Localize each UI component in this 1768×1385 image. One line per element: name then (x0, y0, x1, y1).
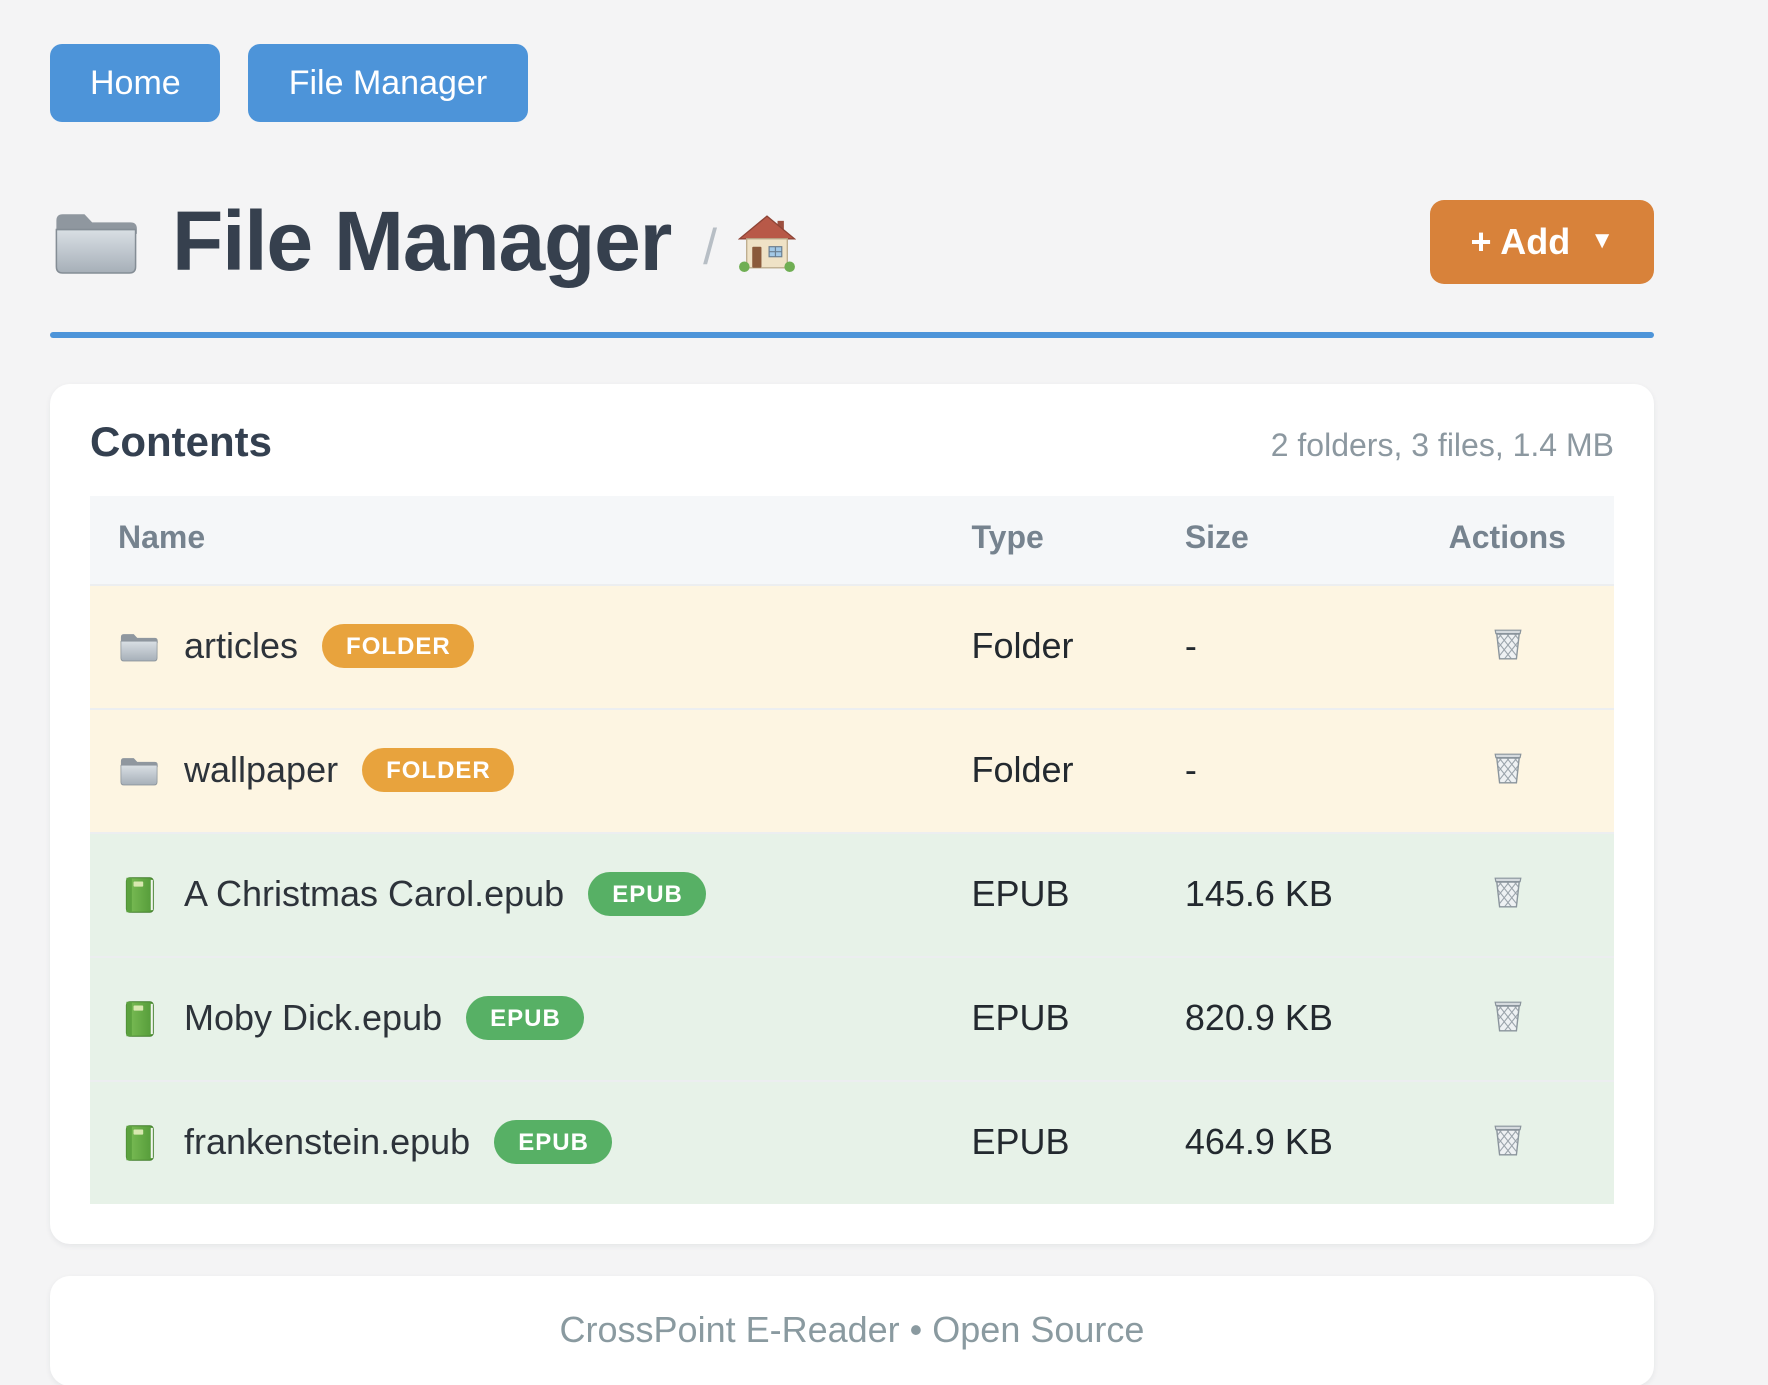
page-header: File Manager / (50, 194, 1654, 290)
item-name-link[interactable]: Moby Dick.epub (184, 997, 442, 1039)
item-size: - (1157, 584, 1401, 708)
file-table: Name Type Size Actions articles FOLDER F… (90, 495, 1614, 1203)
delete-button[interactable] (1487, 743, 1527, 787)
book-icon (118, 997, 160, 1039)
delete-button[interactable] (1487, 867, 1527, 911)
item-name-link[interactable]: A Christmas Carol.epub (184, 873, 564, 915)
top-nav: Home File Manager (50, 44, 1654, 122)
folder-icon (118, 625, 160, 667)
item-type: EPUB (943, 1080, 1156, 1203)
item-type-badge: EPUB (466, 996, 585, 1040)
column-header-name: Name (90, 495, 943, 584)
add-button-label: + Add (1471, 224, 1571, 260)
book-icon (118, 873, 160, 915)
house-icon (737, 214, 795, 282)
column-header-actions: Actions (1401, 495, 1614, 584)
item-type: Folder (943, 584, 1156, 708)
item-type-badge: FOLDER (362, 748, 515, 792)
folder-icon (118, 749, 160, 791)
contents-heading: Contents (90, 419, 272, 467)
trash-icon (1487, 1011, 1527, 1041)
trash-icon (1487, 763, 1527, 793)
item-type: EPUB (943, 956, 1156, 1080)
table-row: articles FOLDER Folder - (90, 584, 1614, 708)
item-type: Folder (943, 708, 1156, 832)
footer: CrossPoint E-Reader • Open Source (50, 1275, 1654, 1385)
item-type-badge: EPUB (494, 1120, 613, 1164)
table-row: frankenstein.epub EPUB EPUB 464.9 KB (90, 1080, 1614, 1203)
item-name-link[interactable]: wallpaper (184, 749, 338, 791)
item-name-link[interactable]: articles (184, 625, 298, 667)
footer-text: CrossPoint E-Reader • Open Source (560, 1309, 1145, 1349)
file-manager-page: Home File Manager File Manager / (0, 0, 1768, 1380)
delete-button[interactable] (1487, 991, 1527, 1035)
table-row: wallpaper FOLDER Folder - (90, 708, 1614, 832)
breadcrumb-home-link[interactable] (737, 214, 795, 282)
table-row: A Christmas Carol.epub EPUB EPUB 145.6 K… (90, 832, 1614, 956)
nav-home-button[interactable]: Home (50, 44, 221, 122)
page-title: File Manager (172, 194, 671, 290)
trash-icon (1487, 887, 1527, 917)
item-size: - (1157, 708, 1401, 832)
table-row: Moby Dick.epub EPUB EPUB 820.9 KB (90, 956, 1614, 1080)
item-size: 820.9 KB (1157, 956, 1401, 1080)
delete-button[interactable] (1487, 1115, 1527, 1159)
column-header-type: Type (943, 495, 1156, 584)
item-type-badge: FOLDER (322, 624, 475, 668)
item-size: 464.9 KB (1157, 1080, 1401, 1203)
item-size: 145.6 KB (1157, 832, 1401, 956)
table-body: articles FOLDER Folder - (90, 584, 1614, 1203)
table-header-row: Name Type Size Actions (90, 495, 1614, 584)
item-name-link[interactable]: frankenstein.epub (184, 1121, 470, 1163)
delete-button[interactable] (1487, 619, 1527, 663)
header-divider (50, 332, 1654, 337)
folder-icon (50, 204, 142, 280)
book-icon (118, 1121, 160, 1163)
add-button[interactable]: + Add ▼ (1431, 200, 1654, 284)
nav-file-manager-button[interactable]: File Manager (249, 44, 527, 122)
trash-icon (1487, 639, 1527, 669)
item-type: EPUB (943, 832, 1156, 956)
contents-card: Contents 2 folders, 3 files, 1.4 MB Name… (50, 383, 1654, 1243)
caret-down-icon: ▼ (1590, 228, 1614, 252)
trash-icon (1487, 1135, 1527, 1165)
item-type-badge: EPUB (588, 872, 707, 916)
contents-summary: 2 folders, 3 files, 1.4 MB (1271, 429, 1614, 465)
column-header-size: Size (1157, 495, 1401, 584)
title-wrap: File Manager / (50, 194, 795, 290)
breadcrumb-separator: / (703, 219, 717, 277)
